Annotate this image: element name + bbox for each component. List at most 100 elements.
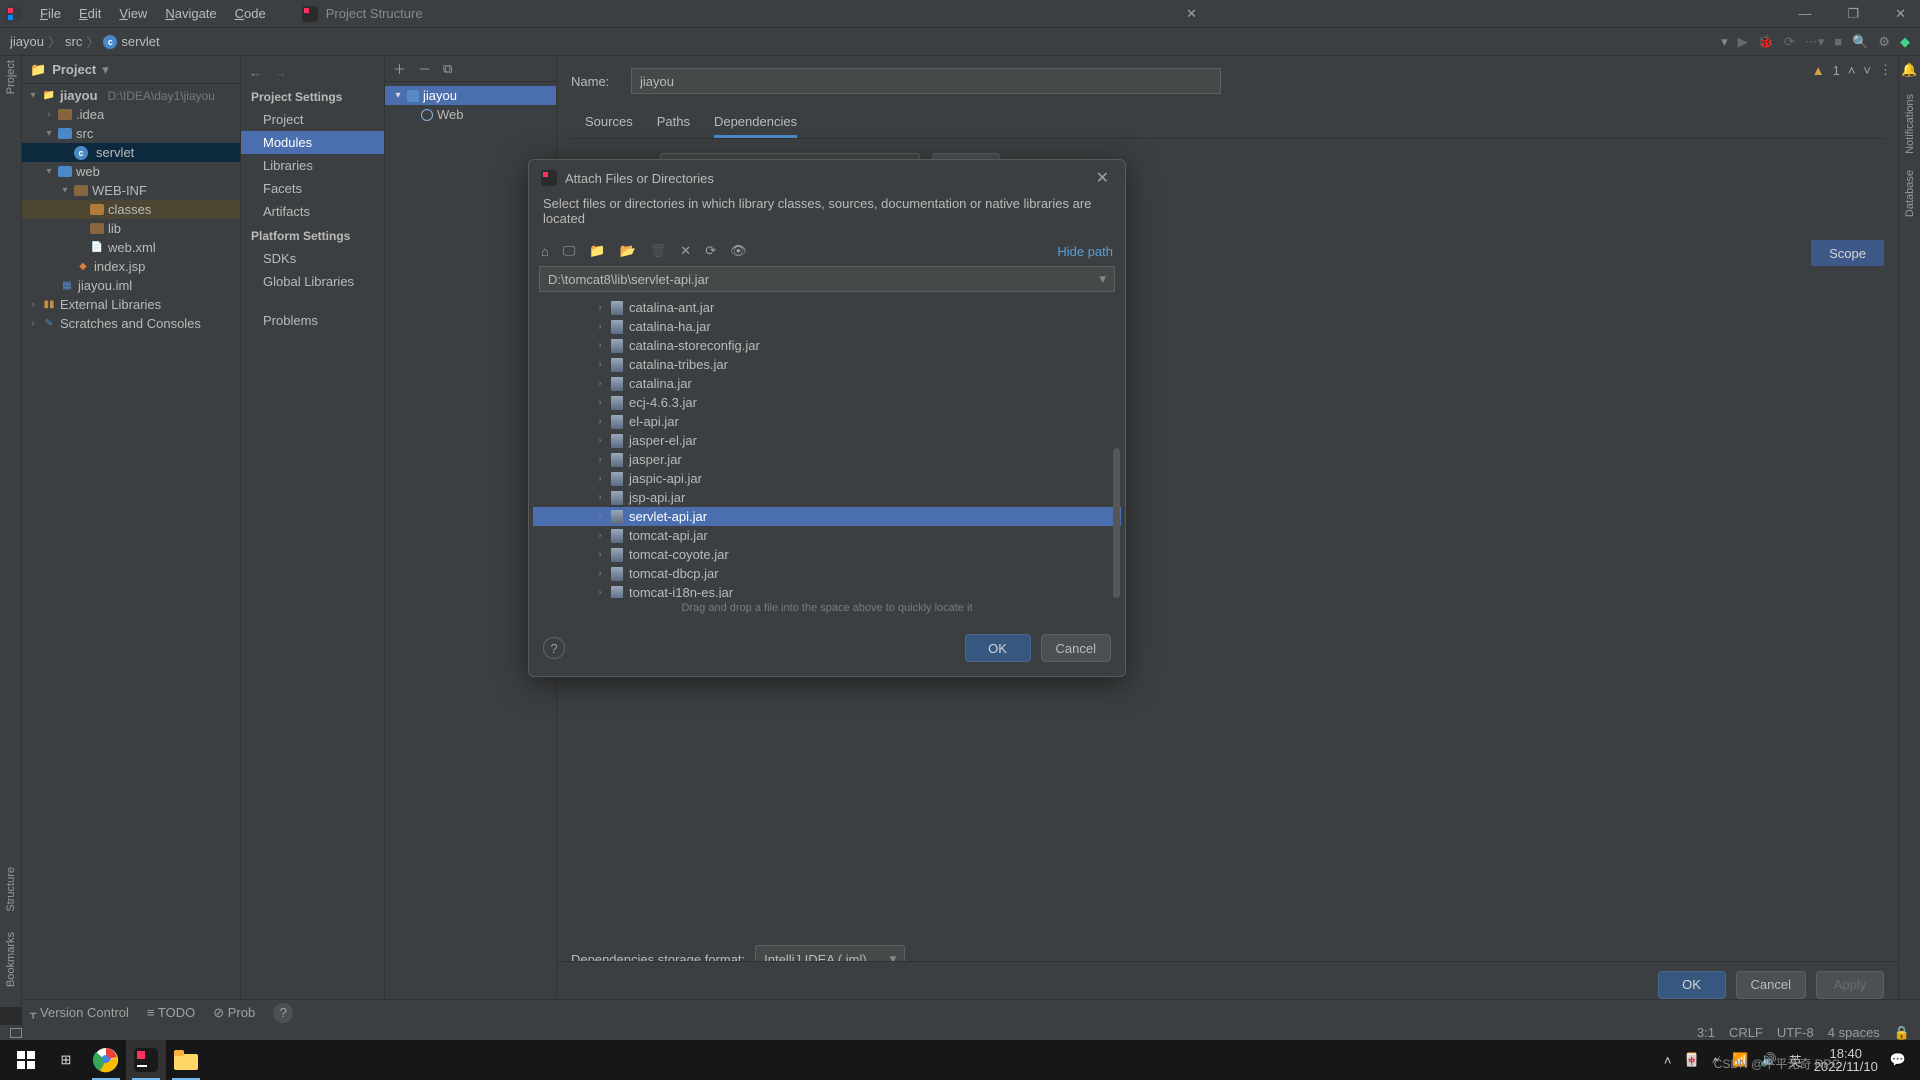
task-view-icon[interactable]: ⊞ xyxy=(46,1040,86,1080)
tab-sources[interactable]: Sources xyxy=(585,108,633,138)
vcs-tool[interactable]: ᚁ Version Control xyxy=(30,1005,129,1021)
help-round-icon[interactable]: ? xyxy=(273,1003,293,1023)
line-separator[interactable]: CRLF xyxy=(1729,1025,1763,1040)
home-icon[interactable]: ⌂ xyxy=(541,244,549,259)
module-jiayou[interactable]: ▾jiayou xyxy=(385,86,556,105)
tree-lib[interactable]: lib xyxy=(22,219,240,238)
scrollbar[interactable] xyxy=(1113,448,1120,598)
new-folder-icon[interactable]: 📂 xyxy=(620,243,636,259)
bell-icon[interactable]: 🔔 xyxy=(1901,62,1917,78)
tray-ime-icon[interactable]: 🀄 xyxy=(1683,1052,1699,1068)
search-icon[interactable]: 🔍 xyxy=(1852,34,1868,50)
file-row[interactable]: ›catalina-tribes.jar xyxy=(533,355,1121,374)
file-row[interactable]: ›el-api.jar xyxy=(533,412,1121,431)
start-button[interactable] xyxy=(6,1040,46,1080)
attach-cancel-button[interactable]: Cancel xyxy=(1041,634,1111,662)
file-row[interactable]: ›catalina-ant.jar xyxy=(533,298,1121,317)
tree-iml[interactable]: ▦jiayou.iml xyxy=(22,276,240,295)
file-row[interactable]: ›jaspic-api.jar xyxy=(533,469,1121,488)
taskbar-chrome[interactable] xyxy=(86,1040,126,1080)
menu-navigate[interactable]: Navigate xyxy=(157,3,224,24)
tree-web[interactable]: ▾web xyxy=(22,162,240,181)
path-input[interactable]: D:\tomcat8\lib\servlet-api.jar ▾ xyxy=(539,266,1115,292)
project-dir-icon[interactable]: 📁 xyxy=(589,243,605,259)
problems-tool[interactable]: ⊘ Prob xyxy=(213,1005,255,1021)
menu-code[interactable]: Code xyxy=(227,3,274,24)
close-icon[interactable]: ✕ xyxy=(1887,4,1914,24)
attach-ok-button[interactable]: OK xyxy=(965,634,1031,662)
tray-notification-icon[interactable]: 💬 xyxy=(1890,1052,1906,1068)
tree-classes[interactable]: classes xyxy=(22,200,240,219)
next-highlight-icon[interactable]: ˅ xyxy=(1863,63,1871,78)
crumb-project[interactable]: jiayou xyxy=(10,34,44,49)
ps-ok-button[interactable]: OK xyxy=(1658,971,1726,999)
ps-nav-facets[interactable]: Facets xyxy=(241,177,384,200)
module-name-input[interactable] xyxy=(631,68,1221,94)
more-icon[interactable]: ⋮ xyxy=(1879,62,1892,78)
tab-paths[interactable]: Paths xyxy=(657,108,690,138)
tree-webinf[interactable]: ▾WEB-INF xyxy=(22,181,240,200)
more-run-icon[interactable]: ⋯▾ xyxy=(1805,34,1825,50)
file-row[interactable]: ›jasper.jar xyxy=(533,450,1121,469)
file-row[interactable]: ›catalina-storeconfig.jar xyxy=(533,336,1121,355)
maximize-icon[interactable]: ❐ xyxy=(1839,4,1867,24)
file-encoding[interactable]: UTF-8 xyxy=(1777,1025,1814,1040)
ps-nav-global-libraries[interactable]: Global Libraries xyxy=(241,270,384,293)
tree-extlib[interactable]: ›▮▮External Libraries xyxy=(22,295,240,314)
project-tree[interactable]: ▾📁jiayouD:\IDEA\day1\jiayou ›.idea ▾src … xyxy=(22,84,240,1007)
attach-close-icon[interactable]: ✕ xyxy=(1092,168,1113,188)
file-row[interactable]: ›catalina.jar xyxy=(533,374,1121,393)
file-row[interactable]: ›tomcat-i18n-es.jar xyxy=(533,583,1121,598)
menu-view[interactable]: View xyxy=(111,3,155,24)
menu-file[interactable]: File xyxy=(32,3,69,24)
rail-structure[interactable]: Structure xyxy=(5,867,17,912)
back-icon[interactable]: ← xyxy=(249,65,262,80)
file-row[interactable]: ›jasper-el.jar xyxy=(533,431,1121,450)
tray-expand-icon[interactable]: ˄ xyxy=(1664,1053,1672,1068)
plugin-icon[interactable]: ◆ xyxy=(1900,34,1910,50)
view-mode-dropdown-icon[interactable]: ▾ xyxy=(102,62,109,78)
help-icon[interactable]: ? xyxy=(543,637,565,659)
inspection-widget[interactable]: ▲ 1 ˄ ˅ ⋮ xyxy=(1812,62,1892,78)
rail-bookmarks[interactable]: Bookmarks xyxy=(5,932,17,987)
crumb-servlet[interactable]: servlet xyxy=(121,34,159,49)
rail-project[interactable]: Project xyxy=(5,60,17,94)
dropdown-icon[interactable]: ▾ xyxy=(1721,34,1728,50)
todo-tool[interactable]: ≡ TODO xyxy=(147,1005,195,1020)
rail-database[interactable]: Database xyxy=(1904,170,1916,217)
remove-icon[interactable]: － xyxy=(418,59,431,78)
minimize-icon[interactable]: — xyxy=(1790,4,1819,24)
tool-window-toggle-icon[interactable] xyxy=(10,1028,22,1038)
file-row[interactable]: ›ecj-4.6.3.jar xyxy=(533,393,1121,412)
tree-root[interactable]: ▾📁jiayouD:\IDEA\day1\jiayou xyxy=(22,86,240,105)
file-row[interactable]: ›jsp-api.jar xyxy=(533,488,1121,507)
ps-nav-modules[interactable]: Modules xyxy=(241,131,384,154)
refresh-icon[interactable]: ⟳ xyxy=(705,243,716,259)
tab-dependencies[interactable]: Dependencies xyxy=(714,108,797,138)
tree-webxml[interactable]: 📄web.xml xyxy=(22,238,240,257)
show-hidden-icon[interactable]: 👁 xyxy=(730,243,747,259)
dialog-close-icon[interactable]: ✕ xyxy=(1178,4,1205,24)
clear-icon[interactable]: ✕ xyxy=(680,243,691,259)
tree-src[interactable]: ▾src xyxy=(22,124,240,143)
run-icon[interactable]: ▶ xyxy=(1738,34,1748,50)
forward-icon[interactable]: → xyxy=(274,65,287,80)
taskbar-intellij[interactable] xyxy=(126,1040,166,1080)
readonly-icon[interactable]: 🔒 xyxy=(1894,1025,1910,1041)
ps-nav-problems[interactable]: Problems xyxy=(241,309,384,332)
coverage-icon[interactable]: ⟳ xyxy=(1784,34,1795,50)
ps-apply-button[interactable]: Apply xyxy=(1816,971,1884,999)
taskbar-explorer[interactable] xyxy=(166,1040,206,1080)
ps-cancel-button[interactable]: Cancel xyxy=(1736,971,1806,999)
ps-nav-sdks[interactable]: SDKs xyxy=(241,247,384,270)
ps-nav-libraries[interactable]: Libraries xyxy=(241,154,384,177)
crumb-src[interactable]: src xyxy=(65,34,82,49)
module-web[interactable]: Web xyxy=(385,105,556,124)
file-tree[interactable]: ›catalina-ant.jar›catalina-ha.jar›catali… xyxy=(533,298,1121,598)
prev-highlight-icon[interactable]: ˄ xyxy=(1848,63,1856,78)
tree-indexjsp[interactable]: ◆index.jsp xyxy=(22,257,240,276)
ps-nav-artifacts[interactable]: Artifacts xyxy=(241,200,384,223)
menu-edit[interactable]: Edit xyxy=(71,3,109,24)
module-tree[interactable]: ▾jiayou Web xyxy=(385,82,556,128)
caret-position[interactable]: 3:1 xyxy=(1697,1025,1715,1040)
